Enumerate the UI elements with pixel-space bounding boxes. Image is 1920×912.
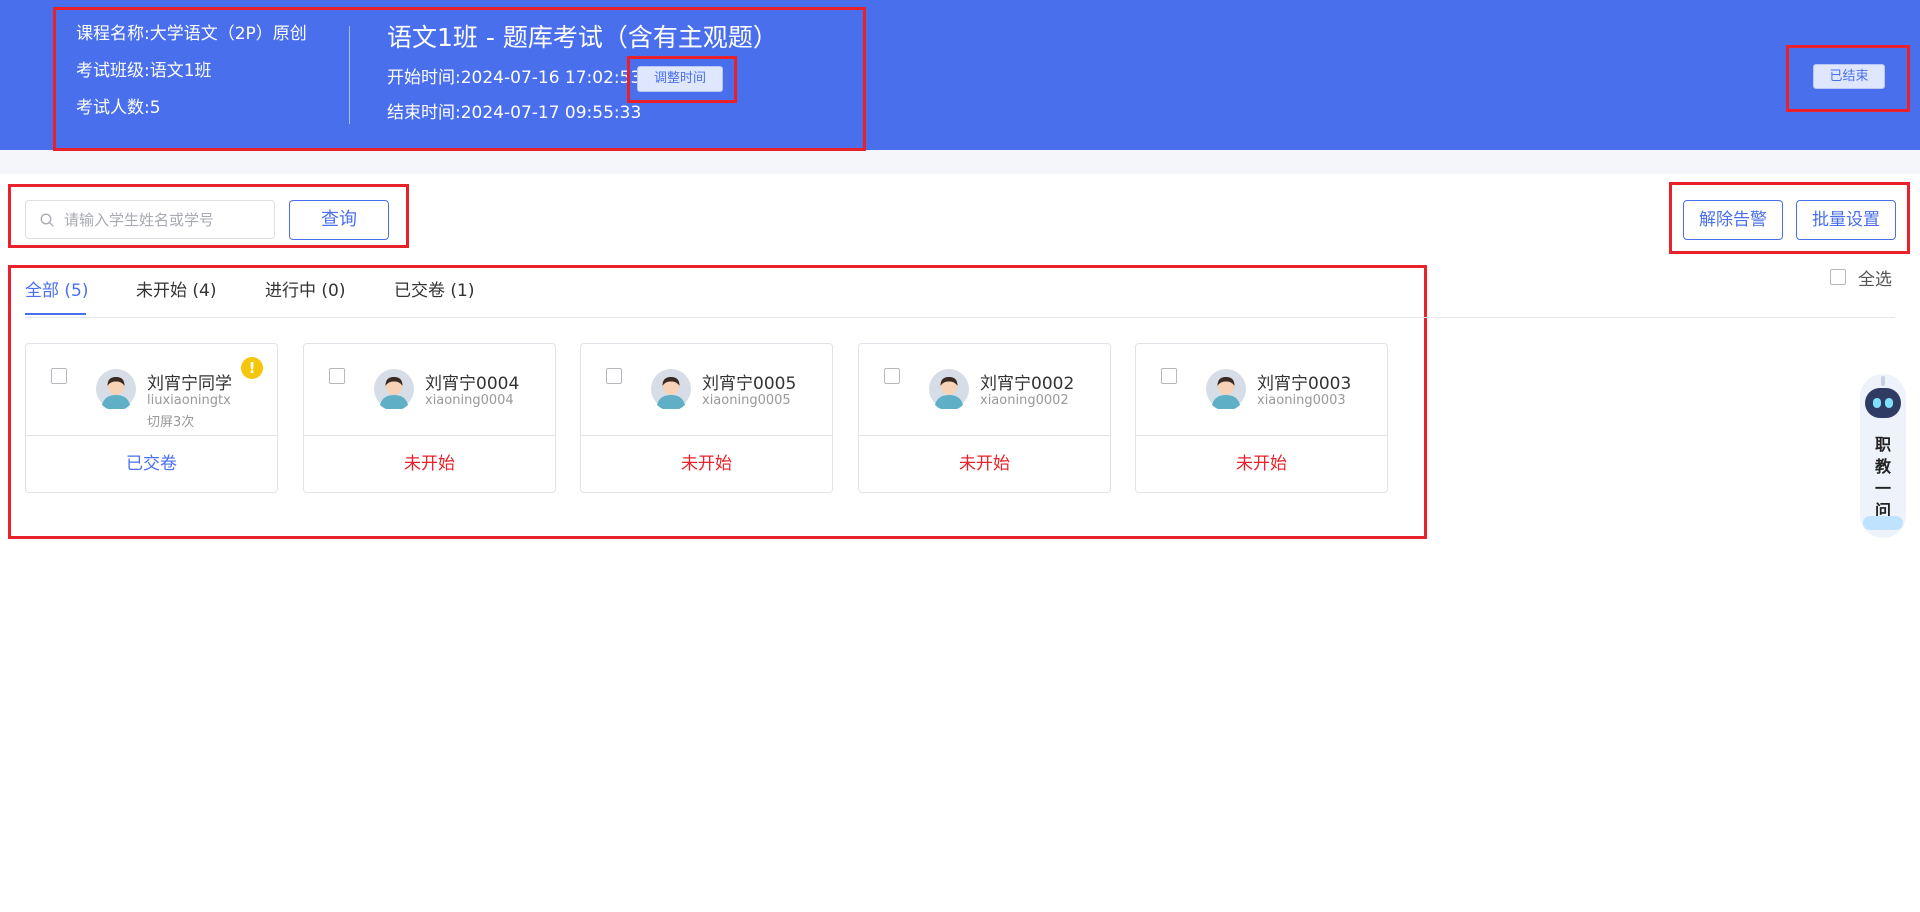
switch-screen-note: 切屏3次 [147,415,195,430]
select-all[interactable]: 全选 [1830,266,1892,290]
student-card[interactable]: 刘宵宁同学 liuxiaoningtx 切屏3次! 已交卷 [25,343,278,493]
student-name: 刘宵宁0003 [1257,374,1352,394]
student-status[interactable]: 未开始 [304,436,555,492]
clear-alert-button[interactable]: 解除告警 [1683,200,1783,240]
avatar [96,369,136,411]
student-name: 刘宵宁同学 [147,374,232,394]
student-card[interactable]: 刘宵宁0003 xiaoning0003 未开始 [1135,343,1388,493]
batch-set-button[interactable]: 批量设置 [1796,200,1896,240]
highlight-adjust-time [627,56,737,103]
student-status[interactable]: 未开始 [581,436,832,492]
student-card[interactable]: 刘宵宁0005 xiaoning0005 未开始 [580,343,833,493]
avatar [374,369,414,411]
tab-all[interactable]: 全部 (5) [25,279,88,303]
student-account: xiaoning0004 [425,393,514,408]
warning-icon[interactable]: ! [241,357,263,379]
student-checkbox[interactable] [51,368,67,384]
student-status[interactable]: 已交卷 [26,436,277,492]
robot-icon [1865,388,1901,418]
query-button[interactable]: 查询 [289,200,389,240]
active-tab-underline [25,313,86,315]
cloud-decoration [1863,516,1903,530]
tab-submitted[interactable]: 已交卷 (1) [394,279,474,303]
student-card[interactable]: 刘宵宁0004 xiaoning0004 未开始 [303,343,556,493]
student-checkbox[interactable] [606,368,622,384]
search-icon [40,213,54,227]
tab-not-started[interactable]: 未开始 (4) [136,279,216,303]
avatar [651,369,691,411]
student-status[interactable]: 未开始 [859,436,1110,492]
header-strip [0,150,1920,174]
robot-antenna [1881,376,1885,386]
highlight-exam-info [53,7,866,151]
assistant-widget[interactable]: 职 教 一 问 [1860,374,1906,538]
select-all-label: 全选 [1858,269,1892,290]
highlight-status-badge [1786,45,1910,112]
student-checkbox[interactable] [329,368,345,384]
avatar [1206,369,1246,411]
student-card[interactable]: 刘宵宁0002 xiaoning0002 未开始 [858,343,1111,493]
student-name: 刘宵宁0004 [425,374,520,394]
tab-in-progress[interactable]: 进行中 (0) [265,279,345,303]
avatar [929,369,969,411]
search-input[interactable] [64,201,269,238]
select-all-checkbox[interactable] [1830,269,1846,285]
student-checkbox[interactable] [1161,368,1177,384]
assistant-label: 职 教 一 问 [1874,435,1891,520]
student-name: 刘宵宁0005 [702,374,797,394]
student-checkbox[interactable] [884,368,900,384]
search-box[interactable] [25,200,275,239]
student-account: xiaoning0002 [980,393,1069,408]
student-account: xiaoning0003 [1257,393,1346,408]
student-status[interactable]: 未开始 [1136,436,1387,492]
tabs-divider [25,317,1895,318]
student-name: 刘宵宁0002 [980,374,1075,394]
student-account: liuxiaoningtx [147,393,231,408]
student-account: xiaoning0005 [702,393,791,408]
